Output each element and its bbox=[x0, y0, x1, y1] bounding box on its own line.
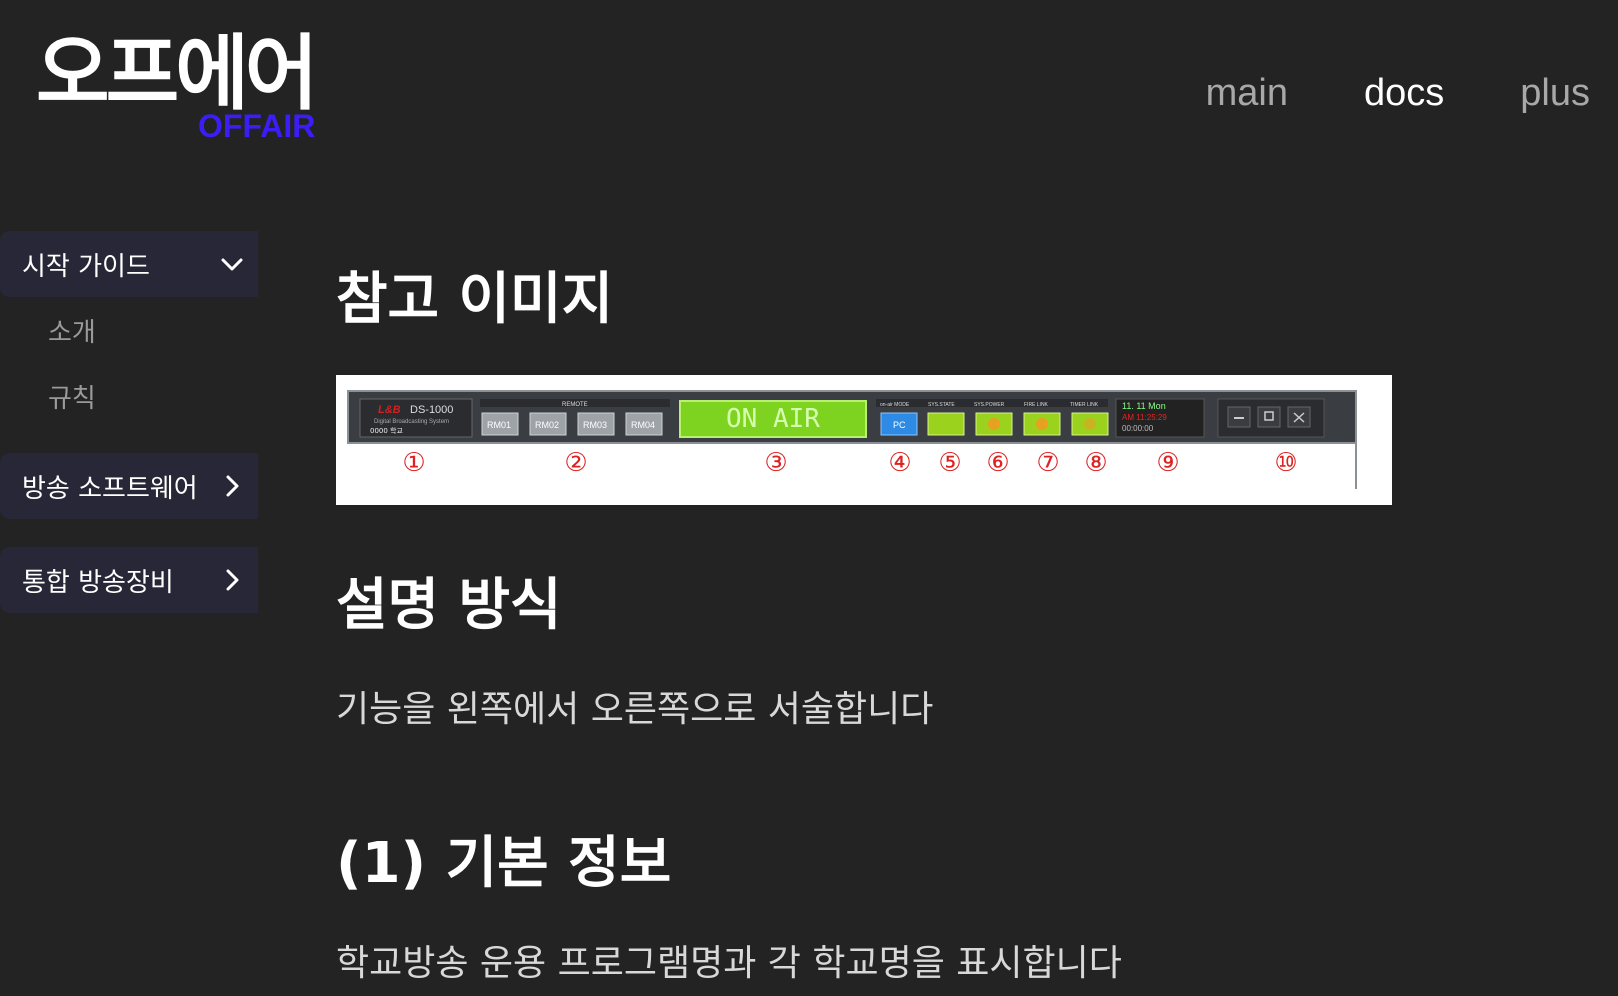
marker-2: ② bbox=[564, 448, 587, 478]
panel-onair: ON AIR bbox=[726, 404, 820, 434]
paragraph-explanation-method: 기능을 왼쪽에서 오른쪽으로 서술합니다 bbox=[336, 689, 934, 730]
svg-text:TIMER LINK: TIMER LINK bbox=[1070, 402, 1099, 408]
marker-10: ⑩ bbox=[1274, 448, 1297, 478]
panel-school: 0000 학교 bbox=[370, 426, 403, 435]
paragraph-basic-info: 학교방송 운용 프로그램명과 각 학교명을 표시합니다 bbox=[336, 943, 1122, 984]
marker-8: ⑧ bbox=[1084, 448, 1107, 478]
sidebar-group-label: 시작 가이드 bbox=[22, 251, 150, 282]
sidebar-item-intro[interactable]: 소개 bbox=[0, 297, 258, 363]
marker-7: ⑦ bbox=[1036, 448, 1059, 478]
reference-image: L&B DS-1000 Digital Broadcasting System … bbox=[336, 375, 1392, 505]
nav-main[interactable]: main bbox=[1206, 72, 1288, 115]
panel-time: AM 11:25:29 bbox=[1122, 413, 1167, 422]
panel-model: DS-1000 bbox=[410, 404, 453, 416]
panel-brand: L&B bbox=[378, 404, 401, 416]
panel-subtitle: Digital Broadcasting System bbox=[374, 419, 449, 425]
sidebar-group-start-guide[interactable]: 시작 가이드 bbox=[0, 231, 258, 297]
marker-4: ④ bbox=[888, 448, 911, 478]
chevron-right-icon bbox=[212, 466, 252, 506]
sidebar-group-broadcast-software[interactable]: 방송 소프트웨어 bbox=[0, 453, 258, 519]
svg-text:RM04: RM04 bbox=[631, 420, 655, 430]
site-logo[interactable]: 오프에어 OFFAIR bbox=[36, 26, 326, 146]
chevron-down-icon bbox=[212, 244, 252, 284]
broadcast-panel-illustration: L&B DS-1000 Digital Broadcasting System … bbox=[347, 390, 1357, 489]
marker-6: ⑥ bbox=[986, 448, 1009, 478]
panel-timer: 00:00:00 bbox=[1122, 424, 1154, 433]
sidebar-item-rules[interactable]: 규칙 bbox=[0, 363, 258, 429]
marker-3: ③ bbox=[764, 448, 787, 478]
nav-docs[interactable]: docs bbox=[1364, 72, 1444, 115]
marker-1: ① bbox=[402, 448, 425, 478]
svg-text:SYS.POWER: SYS.POWER bbox=[974, 402, 1005, 408]
heading-basic-info: (1) 기본 정보 bbox=[336, 831, 672, 896]
heading-explanation-method: 설명 방식 bbox=[336, 573, 562, 638]
top-navigation: main docs plus bbox=[1206, 72, 1590, 115]
heading-reference-image: 참고 이미지 bbox=[336, 267, 614, 332]
sidebar-group-integrated-equipment[interactable]: 통합 방송장비 bbox=[0, 547, 258, 613]
svg-text:RM01: RM01 bbox=[487, 420, 511, 430]
chevron-right-icon bbox=[212, 560, 252, 600]
panel-remote-title: REMOTE bbox=[562, 402, 588, 408]
logo-english-text: OFFAIR bbox=[198, 108, 316, 144]
svg-text:SYS.STATE: SYS.STATE bbox=[928, 402, 955, 408]
marker-5: ⑤ bbox=[938, 448, 961, 478]
svg-text:on-air MODE: on-air MODE bbox=[880, 402, 910, 408]
sidebar-group-label: 방송 소프트웨어 bbox=[22, 473, 198, 504]
svg-text:RM03: RM03 bbox=[583, 420, 607, 430]
panel-number-markers: ① ② ③ ④ ⑤ ⑥ ⑦ ⑧ ⑨ ⑩ bbox=[402, 448, 1297, 478]
nav-plus[interactable]: plus bbox=[1520, 72, 1590, 115]
docs-sidebar: 시작 가이드 소개 규칙 방송 소프트웨어 통합 방송장비 bbox=[0, 231, 258, 613]
svg-text:RM02: RM02 bbox=[535, 420, 559, 430]
sidebar-group-label: 통합 방송장비 bbox=[22, 567, 174, 598]
panel-date: 11. 11 Mon bbox=[1122, 401, 1166, 411]
marker-9: ⑨ bbox=[1156, 448, 1179, 478]
svg-text:FIRE LINK: FIRE LINK bbox=[1024, 402, 1049, 408]
logo-korean-text: 오프에어 bbox=[36, 26, 318, 121]
panel-mode-pc: PC bbox=[893, 420, 906, 430]
